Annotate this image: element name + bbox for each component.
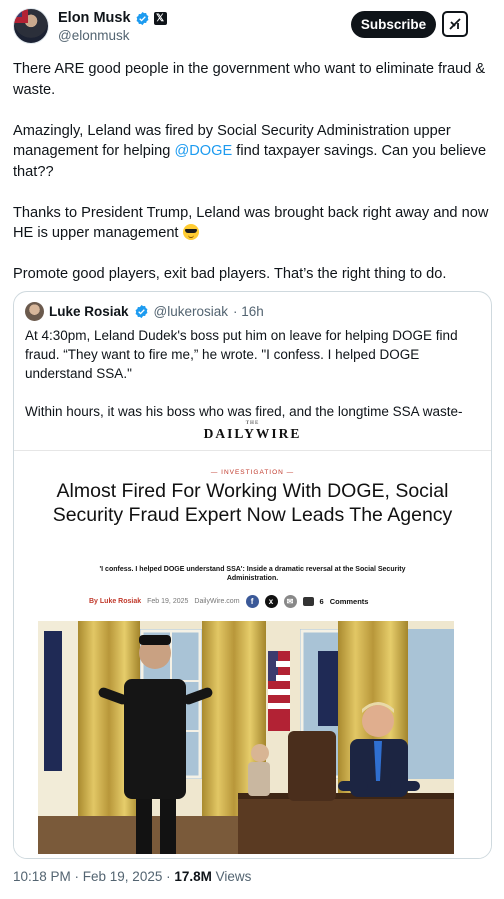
facebook-icon: f	[245, 595, 259, 608]
article-subhead: 'I confess. I helped DOGE understand SSA…	[99, 566, 406, 582]
comments-count: 6	[319, 597, 324, 606]
article-headline: Almost Fired For Working With DOGE, Soci…	[52, 480, 453, 526]
subscribe-button[interactable]: Subscribe	[351, 11, 436, 38]
article-preview-image[interactable]: THE DAILYWIRE — INVESTIGATION — Almost F…	[14, 419, 491, 858]
byline-author: By Luke Rosiak	[89, 598, 142, 605]
x-logo-icon: 𝕏	[153, 11, 167, 25]
tweet-text-segment: Thanks to President Trump, Leland was br…	[13, 204, 489, 242]
mention-link[interactable]: @DOGE	[174, 143, 232, 159]
author-handle[interactable]: @elonmusk	[58, 28, 129, 43]
verified-badge-icon	[135, 304, 147, 319]
verified-badge-icon	[136, 11, 148, 25]
author-name-row: Elon Musk 𝕏	[58, 10, 167, 26]
tweet-paragraph: Thanks to President Trump, Leland was br…	[13, 203, 493, 244]
quoted-tweet-paragraph: At 4:30pm, Leland Dudek's boss put him o…	[25, 328, 458, 381]
x-share-icon: x	[264, 595, 278, 608]
tweet-timestamp[interactable]: 10:18 PM · Feb 19, 2025 ·	[13, 869, 174, 884]
tweet-body: There ARE good people in the government …	[13, 59, 493, 305]
byline-date: Feb 19, 2025	[147, 598, 189, 605]
grok-glyph-icon	[449, 18, 461, 30]
quoted-author-handle[interactable]: @lukerosiak	[154, 304, 228, 319]
views-label: Views	[211, 869, 252, 884]
smiling-face-with-sunglasses-icon	[182, 224, 199, 240]
article-photo	[38, 621, 454, 854]
divider	[14, 450, 491, 451]
byline-site: DailyWire.com	[194, 598, 240, 605]
quoted-tweet-card[interactable]: Luke Rosiak @lukerosiak · 16h At 4:30pm,…	[13, 291, 492, 859]
tweet-paragraph: Promote good players, exit bad players. …	[13, 266, 447, 282]
article-byline: By Luke Rosiak Feb 19, 2025 DailyWire.co…	[89, 595, 368, 608]
views-count: 17.8M	[174, 869, 212, 884]
quoted-tweet-header: Luke Rosiak @lukerosiak · 16h	[25, 302, 264, 321]
comment-icon	[302, 597, 314, 606]
email-share-icon: ✉	[283, 595, 297, 608]
tweet-footer: 10:18 PM · Feb 19, 2025 · 17.8M Views	[13, 869, 251, 884]
dailywire-logo-text: DAILYWIRE	[203, 426, 302, 441]
oval-office-photo	[38, 621, 454, 854]
tweet-header: Elon Musk 𝕏 @elonmusk Subscribe	[0, 0, 504, 52]
child-figure	[248, 744, 270, 796]
article-kicker: — INVESTIGATION —	[210, 469, 295, 476]
tweet-paragraph: Amazingly, Leland was fired by Social Se…	[13, 121, 493, 183]
dailywire-logo: THE DAILYWIRE	[14, 421, 491, 442]
author-avatar[interactable]	[13, 8, 49, 44]
tweet-paragraph: There ARE good people in the government …	[13, 61, 486, 98]
author-display-name[interactable]: Elon Musk	[58, 10, 131, 26]
quoted-tweet-time[interactable]: · 16h	[233, 304, 264, 319]
comments-label: Comments	[329, 597, 369, 606]
grok-icon[interactable]	[442, 11, 468, 37]
quoted-author-avatar[interactable]	[25, 302, 44, 321]
quoted-author-name[interactable]: Luke Rosiak	[49, 304, 129, 319]
